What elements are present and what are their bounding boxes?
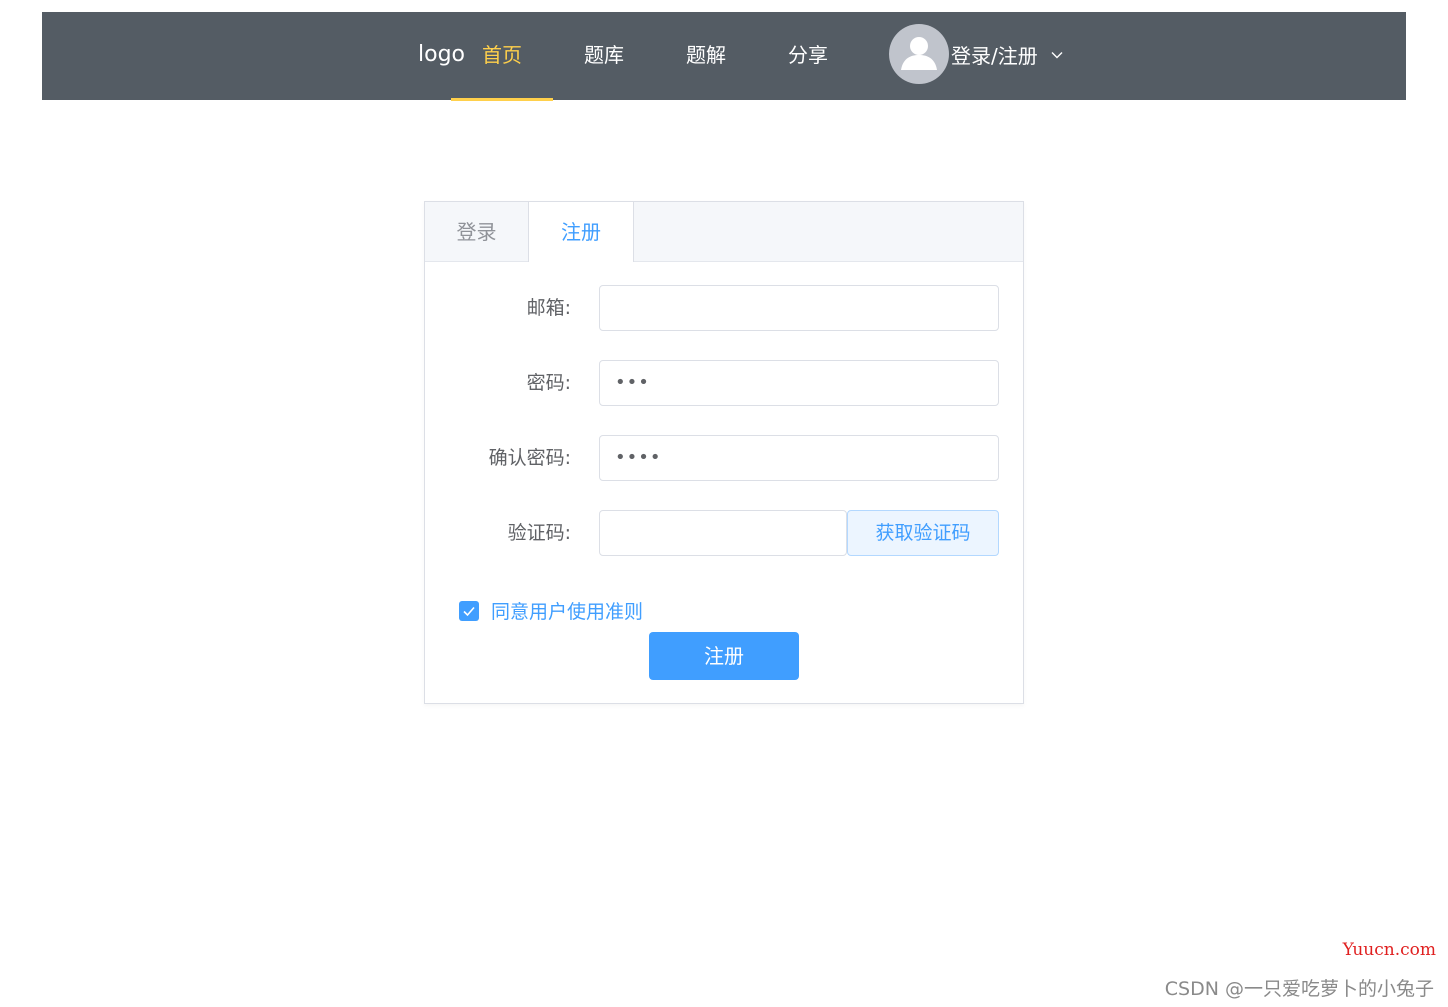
login-register-link: 登录/注册 [951,43,1038,68]
confirm-password-field[interactable]: •••• [599,435,999,481]
nav-item-home[interactable]: 首页 [451,12,553,101]
chevron-down-icon [1050,47,1064,61]
tab-register[interactable]: 注册 [528,202,634,262]
verification-code-field[interactable] [599,510,847,556]
avatar-icon [889,24,949,84]
page: logo 首页 题库 题解 分享 登录/注册 登录 注册 邮箱: 密码: •••… [0,0,1448,1007]
nav-item-question-bank[interactable]: 题库 [553,12,655,101]
password-label: 密码: [526,372,571,394]
agree-terms[interactable]: 同意用户使用准则 [459,597,643,624]
site-watermark: Yuucn.com [1342,940,1436,960]
tab-bar: 登录 注册 [425,202,1023,262]
register-button[interactable]: 注册 [649,632,799,680]
tab-login[interactable]: 登录 [425,202,528,261]
auth-card: 登录 注册 邮箱: 密码: ••• 确认密码: •••• 验证码: 获取验证码 … [424,201,1024,704]
get-code-button[interactable]: 获取验证码 [847,510,999,556]
checkbox-checked-icon[interactable] [459,600,479,621]
verification-code-label: 验证码: [507,522,571,544]
nav-item-share[interactable]: 分享 [757,12,859,101]
user-menu[interactable]: 登录/注册 [889,24,1064,84]
confirm-password-label: 确认密码: [488,447,571,469]
agree-terms-label: 同意用户使用准则 [491,601,644,623]
top-navbar: logo 首页 题库 题解 分享 登录/注册 [42,12,1406,101]
csdn-watermark: CSDN @一只爱吃萝卜的小兔子 [1164,978,1434,1000]
password-field[interactable]: ••• [599,360,999,406]
email-field[interactable] [599,285,999,331]
nav-item-solutions[interactable]: 题解 [655,12,757,101]
email-label: 邮箱: [526,297,571,319]
